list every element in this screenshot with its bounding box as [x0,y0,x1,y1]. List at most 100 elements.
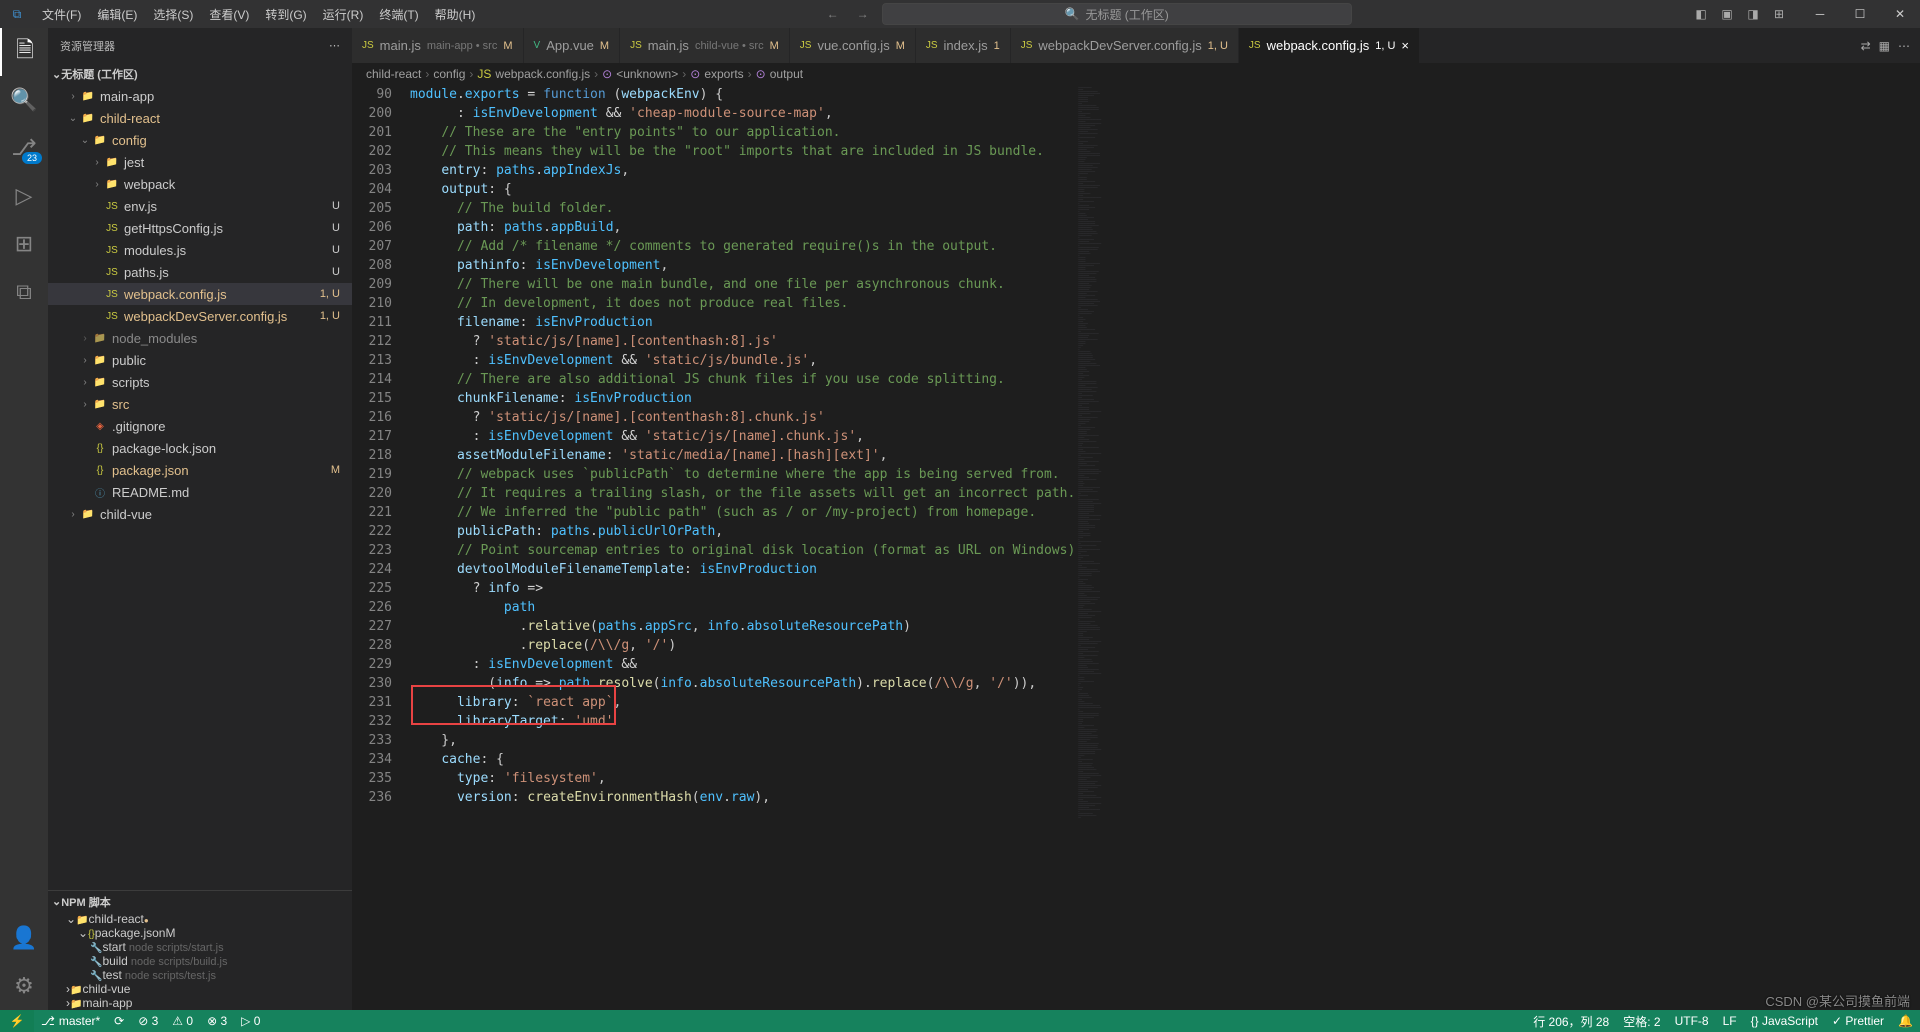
tree-row[interactable]: 🔧test node scripts/test.js [48,968,352,982]
tree-row[interactable]: ›📁webpack [48,173,352,195]
window-close-icon[interactable]: ✕ [1880,7,1920,21]
tree-row[interactable]: JSmodules.jsU [48,239,352,261]
tree-label: paths.js [124,265,169,280]
search-icon[interactable]: 🔍 [0,76,48,124]
tree-row[interactable]: ›📁main-app [48,85,352,107]
editor-tab[interactable]: JSmain.jsmain-app • srcM [352,28,524,63]
tree-row[interactable]: ›📁child-vue [48,503,352,525]
tree-label: README.md [112,485,189,500]
remote-icon[interactable]: ⧉ [0,268,48,316]
menu-item[interactable]: 选择(S) [145,6,201,23]
tree-row[interactable]: JSpaths.jsU [48,261,352,283]
scm-icon[interactable]: ⎇23 [0,124,48,172]
tree-row[interactable]: ›📁src [48,393,352,415]
tree-row[interactable]: JSwebpack.config.js1, U [48,283,352,305]
tree-row[interactable]: ◈.gitignore [48,415,352,437]
tab-action-icon[interactable]: ⋯ [1898,39,1910,53]
problems-warnings[interactable]: ⚠ 0 [165,1014,200,1028]
problems-errors[interactable]: ⊘ 3 [131,1014,165,1028]
menu-item[interactable]: 终端(T) [371,6,426,23]
window-minimize-icon[interactable]: ─ [1800,7,1840,21]
folder-icon: 📁 [92,333,108,344]
git-branch[interactable]: ⎇ master* [34,1014,107,1028]
code[interactable]: module.exports = function (webpackEnv) {… [410,85,1075,1010]
breadcrumb-item[interactable]: exports [704,67,743,81]
menu-item[interactable]: 转到(G) [257,6,314,23]
problems-info[interactable]: ⊗ 3 [200,1014,234,1028]
workspace-section[interactable]: ⌄ 无标题 (工作区) [48,63,352,85]
tree-row[interactable]: ›📁public [48,349,352,371]
nav-back-icon[interactable]: ← [822,7,844,21]
remote-indicator[interactable]: ⚡ [0,1010,34,1032]
editor-tab[interactable]: JSmain.jschild-vue • srcM [620,28,790,63]
js-icon: JS [926,40,938,51]
menu-item[interactable]: 帮助(H) [427,6,484,23]
tree-row[interactable]: ⌄📁config [48,129,352,151]
tree-row[interactable]: ⌄📁child-react● [48,912,352,926]
menu-item[interactable]: 查看(V) [201,6,257,23]
breadcrumb-item[interactable]: <unknown> [616,67,678,81]
language-mode[interactable]: {} JavaScript [1744,1014,1825,1028]
command-center[interactable]: 🔍 无标题 (工作区) [882,3,1352,25]
editor-tab[interactable]: JSvue.config.jsM [790,28,916,63]
code-area[interactable]: 9020020120220320420520620720820921021121… [352,85,1920,1010]
tree-label: public [112,353,146,368]
tree-row[interactable]: {}package-lock.json [48,437,352,459]
tree-label: main-app [82,996,132,1010]
folder-icon: 📁 [92,399,108,410]
layout-panel-icon[interactable]: ▣ [1716,7,1738,21]
nav-forward-icon[interactable]: → [852,7,874,21]
tree-row[interactable]: ⌄📁child-react [48,107,352,129]
gutter: 9020020120220320420520620720820921021121… [352,85,410,1010]
layout-customize-icon[interactable]: ⊞ [1768,7,1790,21]
tree-row[interactable]: {}package.jsonM [48,459,352,481]
menu-item[interactable]: 文件(F) [34,6,89,23]
tree-row[interactable]: ⓘREADME.md [48,481,352,503]
breadcrumb[interactable]: child-react›config›JS webpack.config.js›… [352,63,1920,85]
tree-row[interactable]: 🔧build node scripts/build.js [48,954,352,968]
tree-row[interactable]: ⌄{}package.jsonM [48,926,352,940]
debug-icon[interactable]: ▷ [0,172,48,220]
minimap[interactable]: ━━━━━━━━━━━━━━━━━━━━━━━━━━━━━━━━━━━━━━━━… [1075,85,1171,1010]
eol[interactable]: LF [1716,1014,1744,1028]
debug-status[interactable]: ▷ 0 [234,1014,267,1028]
breadcrumb-item[interactable]: config [433,67,465,81]
editor-tab[interactable]: JSindex.js1 [916,28,1011,63]
file-tree: ›📁main-app⌄📁child-react⌄📁config›📁jest›📁w… [48,85,352,890]
tree-row[interactable]: ›📁jest [48,151,352,173]
menu-item[interactable]: 编辑(E) [89,6,145,23]
encoding[interactable]: UTF-8 [1668,1014,1716,1028]
tree-row[interactable]: JSwebpackDevServer.config.js1, U [48,305,352,327]
editor-tab[interactable]: VApp.vueM [524,28,621,63]
tree-row[interactable]: JSgetHttpsConfig.jsU [48,217,352,239]
breadcrumb-item[interactable]: child-react [366,67,421,81]
indentation[interactable]: 空格: 2 [1616,1013,1667,1030]
tree-row[interactable]: 🔧start node scripts/start.js [48,940,352,954]
account-icon[interactable]: 👤 [0,914,48,962]
prettier-status[interactable]: ✓ Prettier [1825,1014,1891,1028]
tab-action-icon[interactable]: ▦ [1879,39,1890,53]
tree-row[interactable]: ›📁child-vue [48,982,352,996]
extensions-icon[interactable]: ⊞ [0,220,48,268]
tree-row[interactable]: ›📁scripts [48,371,352,393]
layout-primary-icon[interactable]: ◧ [1690,7,1712,21]
gear-icon[interactable]: ⚙ [0,962,48,1010]
window-maximize-icon[interactable]: ☐ [1840,7,1880,21]
tree-row[interactable]: JSenv.jsU [48,195,352,217]
editor-tab[interactable]: JSwebpack.config.js1, U× [1239,28,1420,63]
tree-row[interactable]: ›📁node_modules [48,327,352,349]
layout-secondary-icon[interactable]: ◨ [1742,7,1764,21]
git-sync[interactable]: ⟳ [107,1014,131,1028]
close-icon[interactable]: × [1401,38,1409,53]
tab-action-icon[interactable]: ⇄ [1861,39,1871,53]
npm-section[interactable]: ⌄ NPM 脚本 [48,890,352,912]
explorer-icon[interactable]: 🗎 [0,28,48,76]
breadcrumb-item[interactable]: webpack.config.js [495,67,590,81]
menu-item[interactable]: 运行(R) [315,6,372,23]
more-icon[interactable]: ⋯ [329,39,340,52]
cursor-position[interactable]: 行 206，列 28 [1526,1013,1616,1030]
breadcrumb-item[interactable]: output [770,67,803,81]
notifications-icon[interactable]: 🔔 [1891,1014,1920,1028]
editor-tab[interactable]: JSwebpackDevServer.config.js1, U [1011,28,1239,63]
tree-row[interactable]: ›📁main-app [48,996,352,1010]
